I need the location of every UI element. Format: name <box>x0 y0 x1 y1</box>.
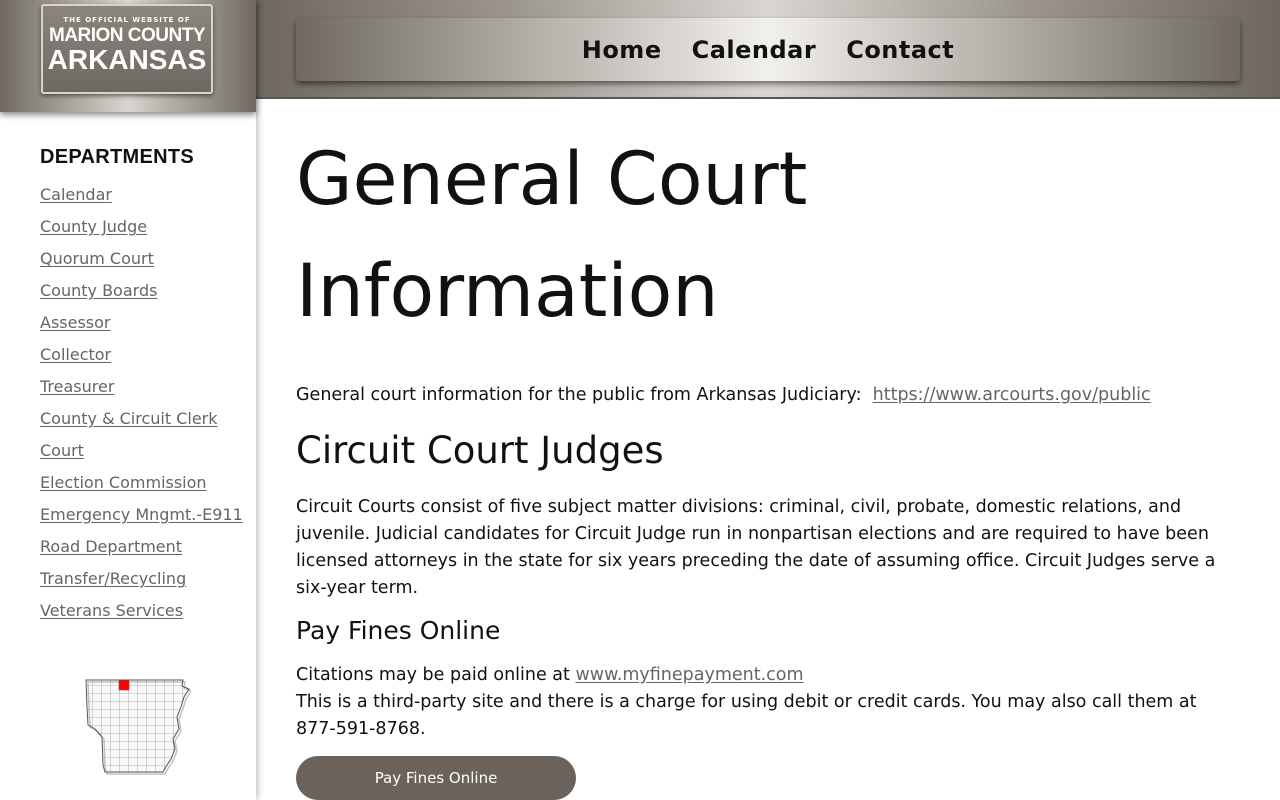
sidebar-link-transfer-recycling[interactable]: Transfer/Recycling <box>40 569 186 588</box>
fines-text-2: This is a third-party site and there is … <box>296 692 1197 739</box>
sidebar-item-calendar: Calendar <box>40 185 243 217</box>
sidebar: THE OFFICIAL WEBSITE OF MARION COUNTY AR… <box>0 0 256 800</box>
sidebar-item-county-circuit-clerk: County & Circuit Clerk <box>40 409 243 441</box>
sidebar-item-election-commission: Election Commission <box>40 473 243 505</box>
sidebar-link-calendar[interactable]: Calendar <box>40 185 112 204</box>
sidebar-link-county-circuit-clerk[interactable]: County & Circuit Clerk <box>40 409 218 428</box>
intro-text: General court information for the public… <box>296 385 862 405</box>
sidebar-link-emergency-management[interactable]: Emergency Mngmt.-E911 <box>40 505 243 524</box>
sidebar-item-county-boards: County Boards <box>40 281 243 313</box>
logo-tagline: THE OFFICIAL WEBSITE OF <box>63 16 191 24</box>
top-header: Home Calendar Contact <box>256 0 1280 99</box>
arcourts-link[interactable]: https://www.arcourts.gov/public <box>873 385 1151 405</box>
pay-fines-paragraph: Citations may be paid online at www.myfi… <box>296 662 1240 743</box>
page-title-line1: General Court <box>296 137 808 222</box>
fines-text-1: Citations may be paid online at <box>296 665 570 685</box>
sidebar-link-assessor[interactable]: Assessor <box>40 313 111 332</box>
main-nav: Home Calendar Contact <box>296 18 1240 81</box>
sidebar-item-emergency-management: Emergency Mngmt.-E911 <box>40 505 243 537</box>
page-title: General Court Information <box>296 124 1240 348</box>
site-logo[interactable]: THE OFFICIAL WEBSITE OF MARION COUNTY AR… <box>41 4 213 94</box>
sidebar-item-treasurer: Treasurer <box>40 377 243 409</box>
arkansas-map-icon <box>85 679 191 775</box>
pay-fines-heading: Pay Fines Online <box>296 616 501 645</box>
sidebar-item-veterans-services: Veterans Services <box>40 601 243 633</box>
main-content: General Court Information General court … <box>296 99 1240 800</box>
departments-heading: DEPARTMENTS <box>40 146 195 168</box>
sidebar-link-road-department[interactable]: Road Department <box>40 537 182 556</box>
sidebar-link-quorum-court[interactable]: Quorum Court <box>40 249 154 268</box>
sidebar-link-election-commission[interactable]: Election Commission <box>40 473 207 492</box>
logo-state-name: ARKANSAS <box>47 44 207 75</box>
sidebar-item-road-department: Road Department <box>40 537 243 569</box>
circuit-judges-paragraph: Circuit Courts consist of five subject m… <box>296 497 1216 598</box>
intro-paragraph: General court information for the public… <box>296 382 1240 409</box>
nav-calendar[interactable]: Calendar <box>692 36 817 64</box>
departments-list: Calendar County Judge Quorum Court Count… <box>40 185 243 633</box>
sidebar-item-county-judge: County Judge <box>40 217 243 249</box>
sidebar-link-county-boards[interactable]: County Boards <box>40 281 157 300</box>
sidebar-link-court[interactable]: Court <box>40 441 84 460</box>
sidebar-item-quorum-court: Quorum Court <box>40 249 243 281</box>
myfinepayment-link[interactable]: www.myfinepayment.com <box>575 665 803 685</box>
logo-county-name: MARION COUNTY <box>48 25 206 46</box>
pay-fines-online-button[interactable]: Pay Fines Online <box>296 756 576 800</box>
sidebar-link-county-judge[interactable]: County Judge <box>40 217 147 236</box>
circuit-judges-heading: Circuit Court Judges <box>296 429 664 472</box>
sidebar-item-collector: Collector <box>40 345 243 377</box>
marion-county-highlight <box>118 679 130 691</box>
logo-area: THE OFFICIAL WEBSITE OF MARION COUNTY AR… <box>0 0 256 112</box>
sidebar-item-transfer-recycling: Transfer/Recycling <box>40 569 243 601</box>
sidebar-item-court: Court <box>40 441 243 473</box>
sidebar-link-veterans-services[interactable]: Veterans Services <box>40 601 183 620</box>
sidebar-link-treasurer[interactable]: Treasurer <box>40 377 114 396</box>
sidebar-link-collector[interactable]: Collector <box>40 345 111 364</box>
nav-home[interactable]: Home <box>582 36 662 64</box>
nav-contact[interactable]: Contact <box>846 36 954 64</box>
sidebar-item-assessor: Assessor <box>40 313 243 345</box>
page-title-line2: Information <box>296 249 719 334</box>
